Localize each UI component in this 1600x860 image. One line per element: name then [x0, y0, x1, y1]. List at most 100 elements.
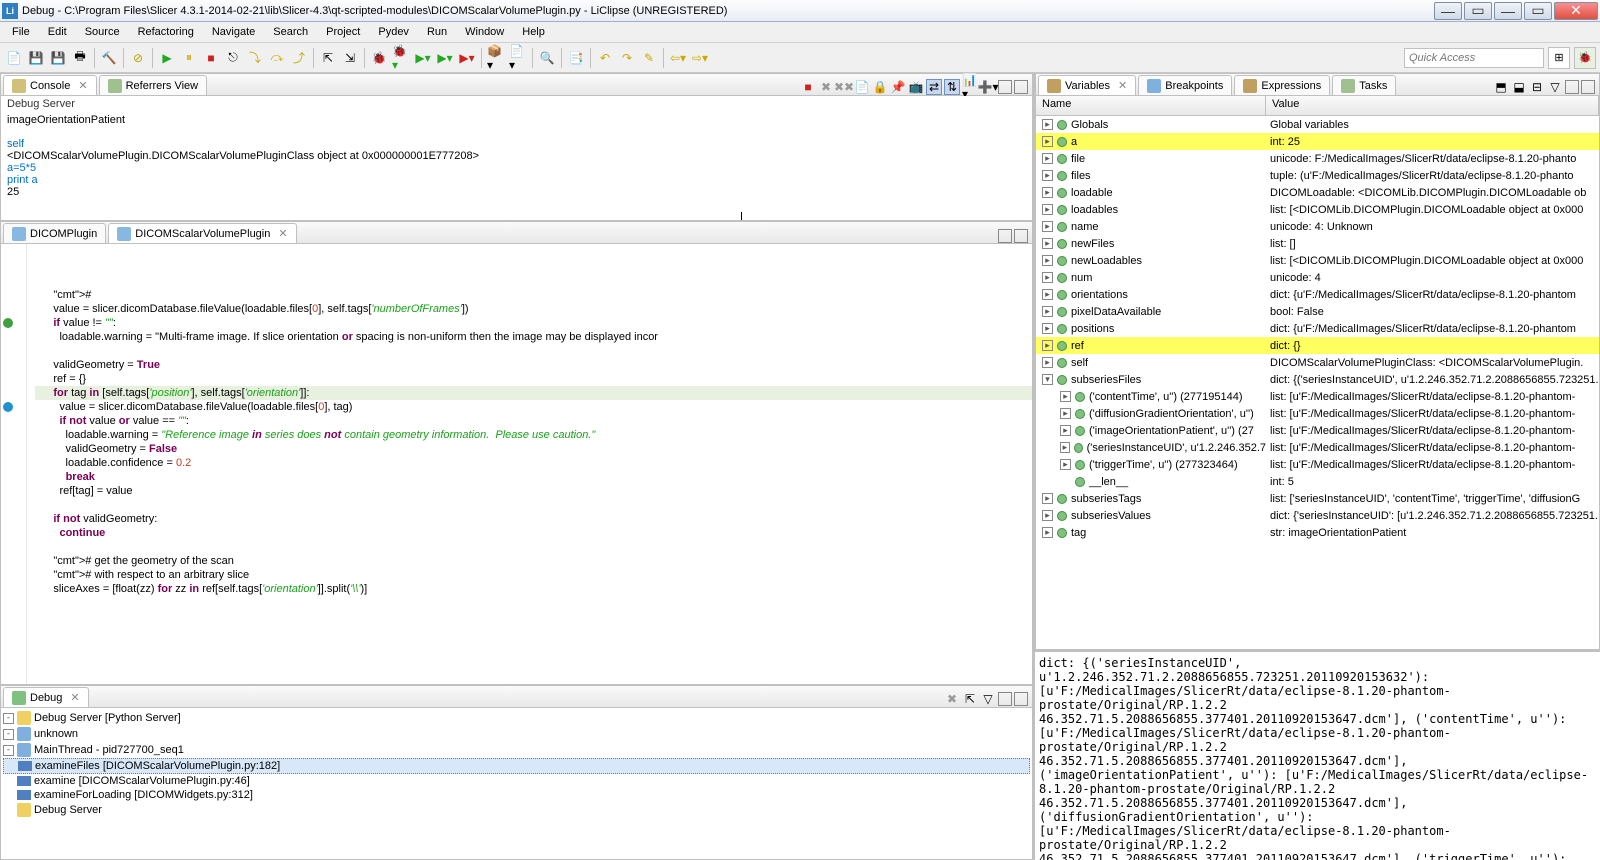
vars-menu-icon[interactable]: ▽ — [1547, 79, 1563, 95]
tab-tasks-label: Tasks — [1359, 80, 1387, 92]
menu-window[interactable]: Window — [457, 24, 512, 40]
tab-debug[interactable]: Debug✕ — [3, 687, 89, 707]
show-type-icon[interactable]: ⬒ — [1493, 79, 1509, 95]
run-icon[interactable]: ▶▾ — [413, 48, 433, 68]
close-icon[interactable]: ✕ — [78, 79, 87, 92]
tab-variables[interactable]: Variables✕ — [1038, 75, 1136, 95]
save-icon[interactable]: 💾 — [26, 48, 46, 68]
setnext-icon[interactable]: ⇲ — [340, 48, 360, 68]
remove-icon[interactable]: ✖ — [818, 79, 834, 95]
tab-dicomplugin[interactable]: DICOMPlugin — [3, 223, 106, 243]
menu-help[interactable]: Help — [514, 24, 553, 40]
minimize-icon[interactable] — [998, 692, 1012, 706]
tab-tasks[interactable]: Tasks — [1332, 75, 1396, 95]
droptoframe-icon[interactable]: ⇱ — [318, 48, 338, 68]
debug-menu-icon[interactable]: ▽ — [980, 691, 996, 707]
menu-source[interactable]: Source — [77, 24, 128, 40]
tab-breakpoints[interactable]: Breakpoints — [1138, 75, 1232, 95]
stepreturn-icon[interactable]: ⤴ — [289, 48, 309, 68]
bug-icon[interactable]: 🐞▾ — [391, 48, 411, 68]
close-icon[interactable]: ✕ — [278, 227, 287, 240]
tab-dicomscalar[interactable]: DICOMScalarVolumePlugin✕ — [108, 223, 296, 243]
terminate-icon[interactable]: ■ — [201, 48, 221, 68]
separator — [590, 48, 591, 68]
menu-run[interactable]: Run — [419, 24, 455, 40]
menu-navigate[interactable]: Navigate — [204, 24, 263, 40]
debug-perspective-icon[interactable]: 🐞 — [1574, 47, 1596, 69]
stepover-icon[interactable]: ⤼ — [267, 48, 287, 68]
debug-skip-icon[interactable]: ⊘ — [128, 48, 148, 68]
separator — [532, 48, 533, 68]
col-value[interactable]: Value — [1266, 96, 1599, 115]
prev-edit-icon[interactable]: ↶ — [595, 48, 615, 68]
resume-icon[interactable]: ▶ — [157, 48, 177, 68]
close-icon[interactable]: ✕ — [1118, 79, 1127, 92]
quick-access-input[interactable] — [1404, 48, 1544, 68]
minimize-icon[interactable] — [1565, 80, 1579, 94]
col-name[interactable]: Name — [1036, 96, 1266, 115]
debug-set-icon[interactable]: 🐞 — [369, 48, 389, 68]
menu-project[interactable]: Project — [318, 24, 368, 40]
separator — [481, 48, 482, 68]
maximize-icon[interactable] — [1014, 80, 1028, 94]
clear-icon[interactable]: 📄 — [854, 79, 870, 95]
editor-body[interactable]: "cmt"># value = slicer.dicomDatabase.fil… — [1, 244, 1032, 684]
collapse-icon[interactable]: ⊟ — [1529, 79, 1545, 95]
menu-edit[interactable]: Edit — [40, 24, 75, 40]
variable-detail[interactable]: dict: {('seriesInstanceUID', u'1.2.246.3… — [1035, 650, 1600, 860]
disconnect-icon[interactable]: ⎋ — [223, 48, 243, 68]
newmod-icon[interactable]: 📄▾ — [508, 48, 528, 68]
newpkg-icon[interactable]: 📦▾ — [486, 48, 506, 68]
menu-refactoring[interactable]: Refactoring — [130, 24, 202, 40]
runlast-icon[interactable]: ▶▾ — [435, 48, 455, 68]
maximize-icon[interactable] — [1581, 80, 1595, 94]
maximize-button[interactable]: ▭ — [1524, 2, 1552, 20]
minimize2-button[interactable]: — — [1494, 2, 1522, 20]
variables-tree[interactable]: ▸GlobalsGlobal variables▸aint: 25▸fileun… — [1036, 116, 1599, 649]
new-icon[interactable]: 📄 — [4, 48, 24, 68]
search-icon[interactable]: 🔍 — [537, 48, 557, 68]
debug-tree[interactable]: -Debug Server [Python Server]-unknown-Ma… — [1, 708, 1032, 859]
build-icon[interactable]: 🔨 — [99, 48, 119, 68]
close-button[interactable]: ✕ — [1554, 2, 1598, 20]
toggle-mark-icon[interactable]: 📑 — [566, 48, 586, 68]
terminate-icon[interactable]: ■ — [800, 79, 816, 95]
menu-file[interactable]: File — [4, 24, 38, 40]
scroll-lock-icon[interactable]: 🔒 — [872, 79, 888, 95]
debug-remove-icon[interactable]: ✖ — [944, 691, 960, 707]
back-icon[interactable]: ⇦▾ — [668, 48, 688, 68]
minimize-icon[interactable] — [998, 229, 1012, 243]
console-output[interactable]: imageOrientationPatient self<DICOMScalar… — [1, 112, 1032, 220]
menu-search[interactable]: Search — [265, 24, 316, 40]
link1-icon[interactable]: ⇄ — [926, 79, 942, 95]
extrun-icon[interactable]: ▶▾ — [457, 48, 477, 68]
debug-collapse-icon[interactable]: ⇱ — [962, 691, 978, 707]
link2-icon[interactable]: ⇅ — [944, 79, 960, 95]
editor-gutter[interactable] — [1, 244, 27, 684]
last-edit-icon[interactable]: ✎ — [639, 48, 659, 68]
removeall-icon[interactable]: ✖✖ — [836, 79, 852, 95]
pin-icon[interactable]: 📌 — [890, 79, 906, 95]
tab-referrers[interactable]: Referrers View — [99, 75, 208, 95]
restore-button[interactable]: ▭ — [1464, 2, 1492, 20]
display-icon[interactable]: 📺 — [908, 79, 924, 95]
open-console-icon[interactable]: 📊▾ — [962, 79, 978, 95]
separator — [663, 48, 664, 68]
stepinto-icon[interactable]: ⤵ — [245, 48, 265, 68]
fwd-icon[interactable]: ⇨▾ — [690, 48, 710, 68]
suspend-icon[interactable]: ⏸ — [179, 48, 199, 68]
maximize-icon[interactable] — [1014, 229, 1028, 243]
saveall-icon[interactable]: 💾 — [48, 48, 68, 68]
minimize-button[interactable]: — — [1434, 2, 1462, 20]
new-console-icon[interactable]: ➕▾ — [980, 79, 996, 95]
menu-pydev[interactable]: Pydev — [370, 24, 417, 40]
show-logical-icon[interactable]: ⬓ — [1511, 79, 1527, 95]
close-icon[interactable]: ✕ — [70, 691, 79, 704]
maximize-icon[interactable] — [1014, 692, 1028, 706]
next-annot-icon[interactable]: ↷ — [617, 48, 637, 68]
print-icon[interactable]: 🖶 — [70, 48, 90, 68]
open-perspective-icon[interactable]: ⊞ — [1548, 47, 1570, 69]
minimize-icon[interactable] — [998, 80, 1012, 94]
tab-console[interactable]: Console✕ — [3, 75, 97, 95]
tab-expressions[interactable]: Expressions — [1234, 75, 1330, 95]
